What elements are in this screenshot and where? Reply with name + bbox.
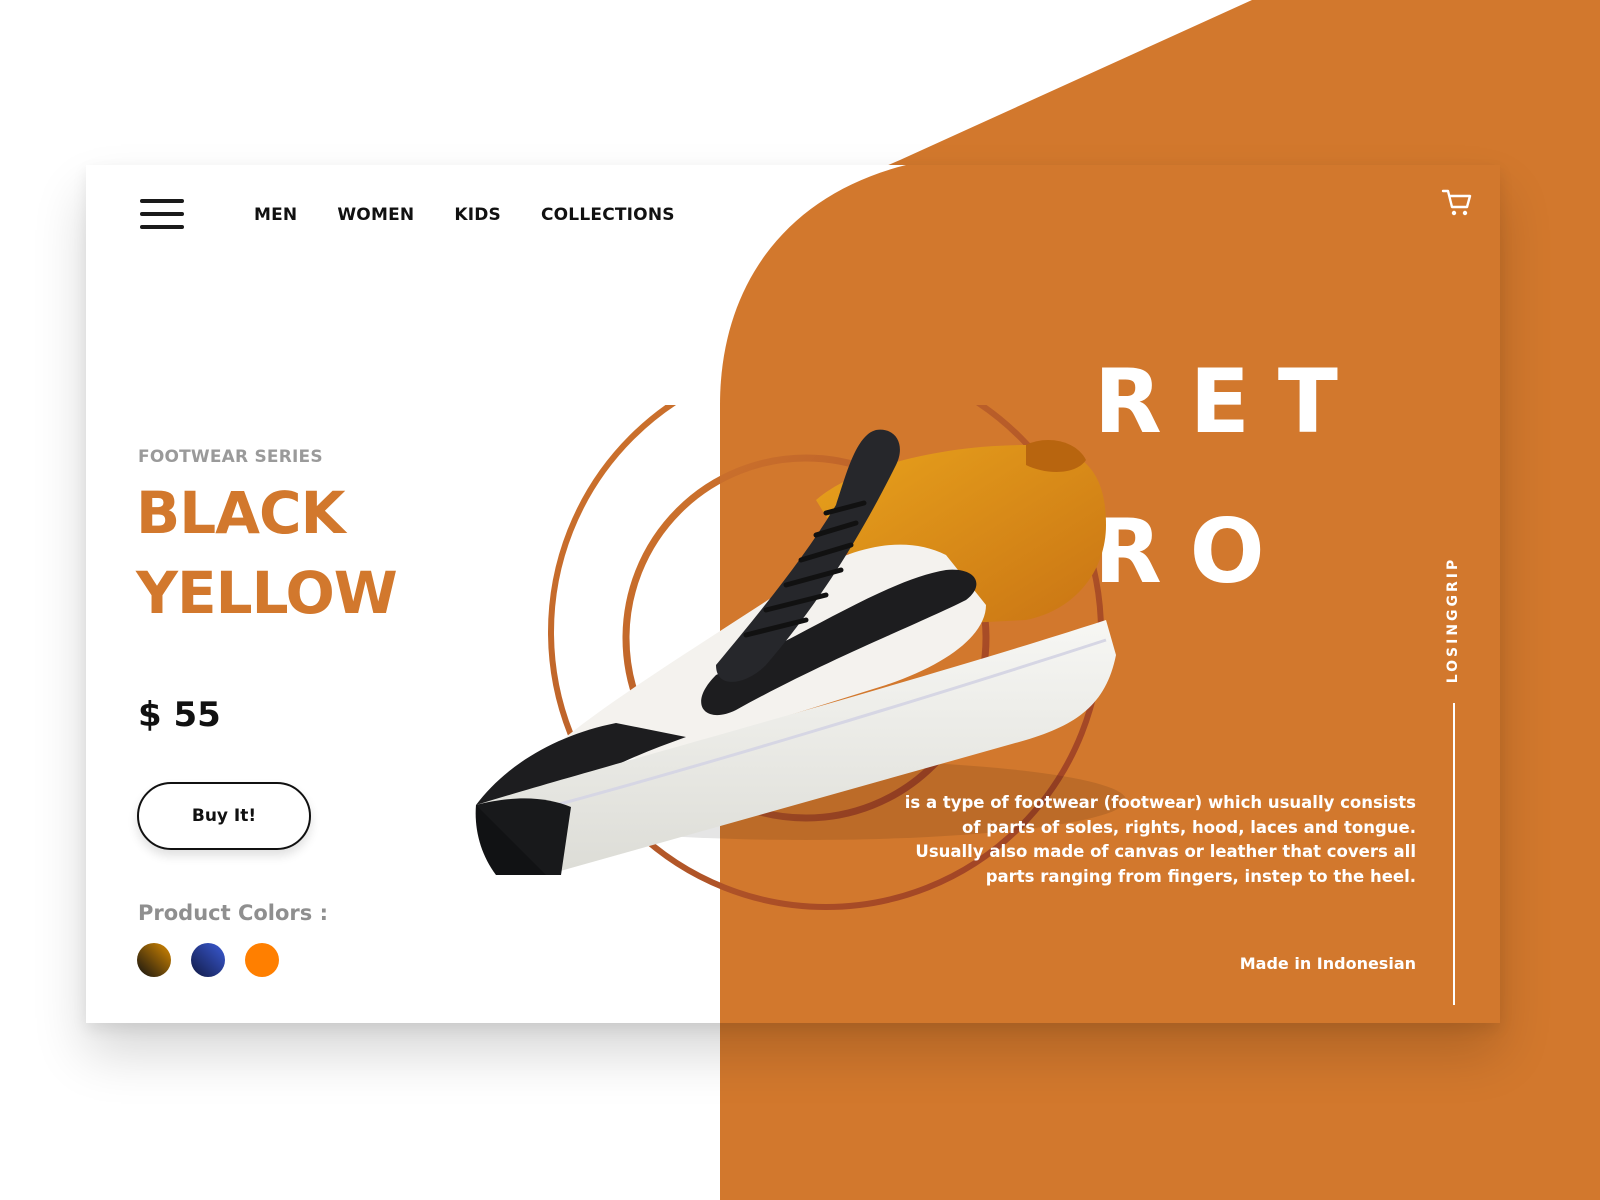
product-colors-label: Product Colors : <box>138 901 328 925</box>
brand-divider-line <box>1453 703 1455 1005</box>
cart-icon[interactable] <box>1440 185 1474 219</box>
product-price: $ 55 <box>138 695 221 735</box>
nav-kids[interactable]: KIDS <box>454 205 501 225</box>
product-title-line1: BLACK <box>136 479 346 547</box>
made-in-label: Made in Indonesian <box>1239 954 1416 973</box>
brand-vertical: LOSINGGRIP <box>1438 550 1468 690</box>
color-swatch-blue[interactable] <box>191 943 225 977</box>
product-card: MEN WOMEN KIDS COLLECTIONS FOOTWEAR SERI… <box>86 165 1500 1023</box>
color-swatch-orange[interactable] <box>245 943 279 977</box>
nav-collections[interactable]: COLLECTIONS <box>541 205 675 225</box>
color-swatch-black-yellow[interactable] <box>137 943 171 977</box>
sneaker-illustration <box>475 405 1126 910</box>
brand-name: LOSINGGRIP <box>1445 556 1461 684</box>
main-nav: MEN WOMEN KIDS COLLECTIONS <box>254 205 675 225</box>
page: MEN WOMEN KIDS COLLECTIONS FOOTWEAR SERI… <box>0 0 1600 1200</box>
hamburger-menu-icon[interactable] <box>140 199 184 231</box>
product-description: is a type of footwear (footwear) which u… <box>904 793 1416 886</box>
buy-button[interactable]: Buy It! <box>137 782 311 850</box>
color-swatches <box>137 943 279 977</box>
nav-men[interactable]: MEN <box>254 205 297 225</box>
product-title: BLACK YELLOW <box>136 473 398 633</box>
product-series: FOOTWEAR SERIES <box>138 447 323 467</box>
nav-women[interactable]: WOMEN <box>337 205 414 225</box>
product-title-line2: YELLOW <box>136 559 398 627</box>
